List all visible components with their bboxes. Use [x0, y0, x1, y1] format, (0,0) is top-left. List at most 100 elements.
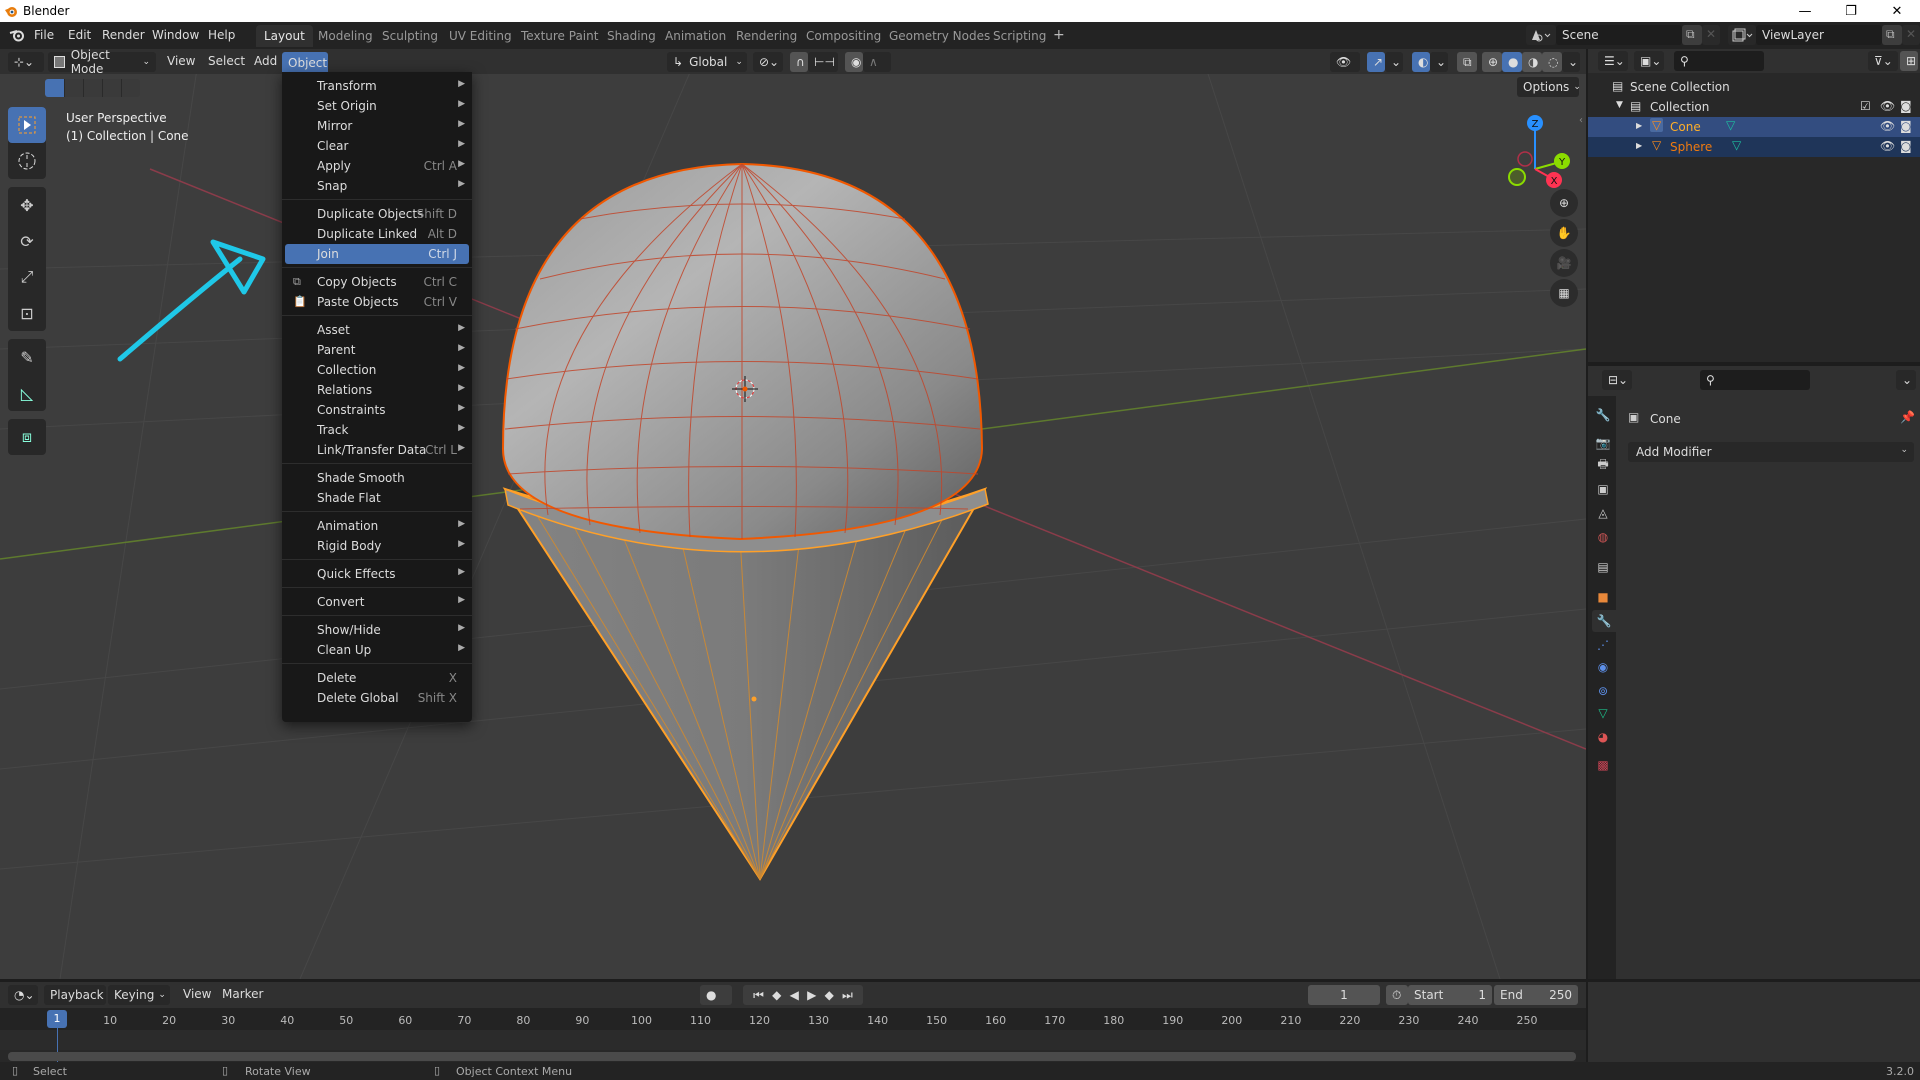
pan-view-button[interactable]: ✋ [1550, 219, 1578, 247]
menu-item-delete[interactable]: Delete X [285, 668, 469, 688]
menu-item-transform[interactable]: Transform ▶ [285, 76, 469, 96]
preview-range-toggle[interactable]: ⏱ [1386, 985, 1408, 1005]
outliner-row-scene-collection[interactable]: ▤ Scene Collection [1588, 77, 1920, 97]
menu-item-constraints[interactable]: Constraints ▶ [285, 400, 469, 420]
menu-item-paste-objects[interactable]: 📋 Paste Objects Ctrl V [285, 292, 469, 312]
minimize-button[interactable]: — [1782, 0, 1828, 22]
tool-annotate[interactable]: ✎ [8, 339, 46, 375]
tool-measure[interactable]: ◺ [8, 375, 46, 411]
outliner-editor-type[interactable]: ☰⌄ [1598, 51, 1628, 71]
timeline-view-menu[interactable]: View [183, 987, 211, 1001]
tab-view-layer[interactable]: ▣ [1592, 478, 1614, 500]
prev-keyframe-icon[interactable]: ◆ [772, 988, 781, 1002]
gizmo-neg-x[interactable] [1517, 151, 1533, 167]
play-icon[interactable]: ▶ [807, 988, 816, 1002]
menu-item-apply[interactable]: Apply Ctrl A ▶ [285, 156, 469, 176]
timeline-scrollbar[interactable] [8, 1052, 1576, 1061]
menu-select[interactable]: Select [208, 54, 245, 68]
menu-item-clear[interactable]: Clear ▶ [285, 136, 469, 156]
properties-editor-type[interactable]: ⊟⌄ [1602, 370, 1632, 390]
tab-tool[interactable]: 🔧 [1592, 404, 1614, 426]
start-frame-field[interactable]: Start 1 [1408, 985, 1492, 1005]
menu-item-quick-effects[interactable]: Quick Effects ▶ [285, 564, 469, 584]
outliner-row-sphere[interactable]: ▶ ▽ Sphere ▽ 👁 ◙ [1588, 137, 1920, 157]
close-button[interactable]: ✕ [1874, 0, 1920, 22]
filter-button[interactable]: ⊽⌄ [1868, 51, 1898, 71]
viewlayer-selector-button[interactable] [1728, 25, 1756, 45]
menu-item-clean-up[interactable]: Clean Up ▶ [285, 640, 469, 660]
select-mode-new[interactable] [45, 79, 64, 97]
timeline-marker-menu[interactable]: Marker [222, 987, 263, 1001]
menu-item-delete-global[interactable]: Delete Global Shift X [285, 688, 469, 708]
menu-edit[interactable]: Edit [68, 28, 91, 42]
menu-item-copy-objects[interactable]: ⧉ Copy Objects Ctrl C [285, 272, 469, 292]
menu-view[interactable]: View [167, 54, 195, 68]
gizmo-dropdown[interactable]: ⌄ [1385, 52, 1403, 72]
menu-item-relations[interactable]: Relations ▶ [285, 380, 469, 400]
play-reverse-icon[interactable]: ◀ [790, 988, 799, 1002]
camera-render-icon[interactable]: ◙ [1900, 119, 1912, 133]
blender-menu-icon[interactable] [9, 28, 25, 42]
outliner-row-cone[interactable]: ▶ ▽ Cone ▽ 👁 ◙ [1588, 117, 1920, 137]
playback-menu[interactable]: Playback⌄ [44, 985, 115, 1005]
select-mode-invert[interactable] [102, 79, 121, 97]
tab-world[interactable]: ◍ [1592, 526, 1614, 548]
menu-file[interactable]: File [34, 28, 54, 42]
properties-options-dropdown[interactable]: ⌄ [1896, 370, 1916, 390]
tool-rotate[interactable]: ⟳ [8, 223, 46, 259]
menu-add[interactable]: Add [254, 54, 277, 68]
gizmo-toggle[interactable]: ↗ [1367, 52, 1385, 72]
tool-cursor[interactable] [8, 143, 46, 179]
current-frame-field[interactable]: 1 [1308, 985, 1380, 1005]
menu-item-duplicate-linked[interactable]: Duplicate Linked Alt D [285, 224, 469, 244]
menu-render[interactable]: Render [102, 28, 145, 42]
menu-item-collection[interactable]: Collection ▶ [285, 360, 469, 380]
tool-transform[interactable]: ⊡ [8, 295, 46, 331]
outliner-search-input[interactable]: ⚲ [1674, 51, 1764, 71]
camera-render-icon[interactable]: ◙ [1900, 139, 1912, 153]
tab-geometry-nodes[interactable]: Geometry Nodes [881, 25, 998, 47]
mode-selector[interactable]: Object Mode ⌄ [48, 49, 156, 76]
expand-right-icon[interactable]: ▶ [1636, 141, 1642, 150]
menu-item-parent[interactable]: Parent ▶ [285, 340, 469, 360]
overlays-dropdown[interactable]: ⌄ [1430, 52, 1448, 72]
shading-solid[interactable]: ● [1502, 52, 1522, 72]
tab-modifiers[interactable]: 🔧 [1592, 610, 1616, 632]
end-frame-field[interactable]: End 250 [1494, 985, 1578, 1005]
options-button[interactable]: Options ⌄ [1517, 77, 1581, 97]
camera-view-button[interactable]: 🎥 [1550, 249, 1578, 277]
menu-item-duplicate-objects[interactable]: Duplicate Objects Shift D [285, 204, 469, 224]
menu-item-mirror[interactable]: Mirror ▶ [285, 116, 469, 136]
camera-render-icon[interactable]: ◙ [1900, 99, 1912, 113]
menu-item-set-origin[interactable]: Set Origin ▶ [285, 96, 469, 116]
select-mode-extend[interactable] [64, 79, 83, 97]
snap-target-button[interactable]: ⊢⊣ [808, 52, 838, 72]
menu-item-snap[interactable]: Snap ▶ [285, 176, 469, 196]
playhead-frame-badge[interactable]: 1 [47, 1010, 67, 1028]
visibility-selectability-button[interactable]: 👁 [1330, 52, 1360, 72]
tab-shading[interactable]: Shading [599, 25, 664, 47]
menu-item-link-transfer-data[interactable]: Link/Transfer Data Ctrl L ▶ [285, 440, 469, 460]
checkbox-icon[interactable]: ☑ [1860, 99, 1871, 113]
select-mode-subtract[interactable] [83, 79, 102, 97]
menu-item-animation[interactable]: Animation ▶ [285, 516, 469, 536]
tab-output[interactable]: 🖶 [1592, 454, 1614, 476]
keying-menu[interactable]: Keying ⌄ [108, 985, 170, 1005]
editor-type-button[interactable]: ⊹⌄ [8, 52, 44, 72]
tool-move[interactable]: ✥ [8, 187, 46, 223]
auto-keying-button[interactable]: ● [700, 985, 732, 1005]
new-collection-button[interactable]: ⊞ [1900, 51, 1918, 71]
pin-icon[interactable]: 📌 [1900, 410, 1915, 424]
delete-scene-button[interactable]: ✕ [1702, 25, 1720, 45]
keyframe-area[interactable] [0, 1030, 1586, 1050]
menu-item-convert[interactable]: Convert ▶ [285, 592, 469, 612]
delete-viewlayer-button[interactable]: ✕ [1902, 25, 1920, 45]
menu-item-shade-flat[interactable]: Shade Flat [285, 488, 469, 508]
zoom-view-button[interactable]: ⊕ [1550, 189, 1578, 217]
gizmo-neg-y[interactable] [1508, 168, 1526, 186]
display-mode-button[interactable]: ▣⌄ [1634, 51, 1664, 71]
tab-modeling[interactable]: Modeling [310, 25, 381, 47]
shading-wireframe[interactable]: ⊕ [1482, 52, 1502, 72]
menu-item-rigid-body[interactable]: Rigid Body ▶ [285, 536, 469, 556]
navigation-gizmo[interactable]: Z Y X [1490, 109, 1570, 189]
